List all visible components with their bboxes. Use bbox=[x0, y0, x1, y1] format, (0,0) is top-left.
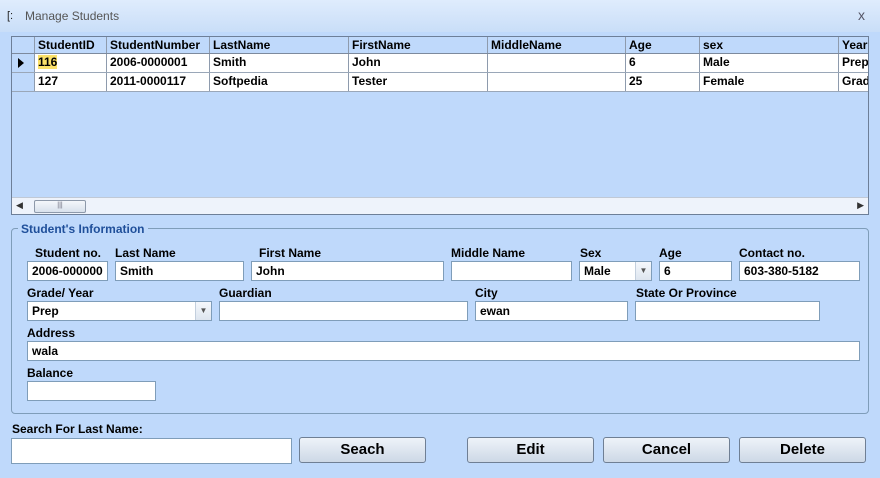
scrollbar-thumb[interactable]: ||| bbox=[34, 200, 86, 213]
last-name-label: Last Name bbox=[115, 246, 176, 260]
sex-select-value: Male bbox=[584, 264, 611, 278]
table-cell[interactable]: John bbox=[349, 54, 488, 72]
table-cell[interactable]: Tester bbox=[349, 73, 488, 91]
table-cell[interactable]: 127 bbox=[35, 73, 107, 91]
table-cell[interactable]: 2006-0000001 bbox=[107, 54, 210, 72]
table-cell[interactable]: 116 bbox=[35, 54, 107, 72]
first-name-label: First Name bbox=[259, 246, 322, 260]
table-cell[interactable]: Grad bbox=[839, 73, 868, 91]
age-field[interactable]: 6 bbox=[659, 261, 732, 281]
grade-year-select[interactable]: Prep ▼ bbox=[27, 301, 212, 321]
students-grid[interactable]: StudentID StudentNumber LastName FirstNa… bbox=[11, 36, 869, 215]
cancel-button[interactable]: Cancel bbox=[603, 437, 730, 463]
row-selector[interactable] bbox=[12, 73, 35, 91]
column-header-year[interactable]: Year bbox=[839, 37, 868, 53]
city-field[interactable]: ewan bbox=[475, 301, 628, 321]
group-title: Student's Information bbox=[18, 222, 148, 236]
title-bar: [: Manage Students x bbox=[0, 0, 880, 32]
column-header-middlename[interactable]: MiddleName bbox=[488, 37, 626, 53]
current-row-arrow-icon bbox=[18, 58, 24, 68]
balance-field[interactable] bbox=[27, 381, 156, 401]
chevron-down-icon[interactable]: ▼ bbox=[195, 302, 211, 320]
grade-year-select-value: Prep bbox=[32, 304, 59, 318]
selected-cell-text: 116 bbox=[38, 55, 58, 69]
grade-year-label: Grade/ Year bbox=[27, 286, 94, 300]
city-label: City bbox=[475, 286, 498, 300]
window-app-icon: [: bbox=[7, 10, 14, 22]
column-header-firstname[interactable]: FirstName bbox=[349, 37, 488, 53]
column-header-age[interactable]: Age bbox=[626, 37, 700, 53]
table-cell[interactable]: 25 bbox=[626, 73, 700, 91]
address-label: Address bbox=[27, 326, 76, 340]
contact-no-field[interactable]: 603-380-5182 bbox=[739, 261, 860, 281]
search-button[interactable]: Seach bbox=[299, 437, 426, 463]
address-field[interactable]: wala bbox=[27, 341, 860, 361]
student-no-label: Student no. bbox=[35, 246, 101, 260]
last-name-field[interactable]: Smith bbox=[115, 261, 244, 281]
table-cell[interactable] bbox=[488, 54, 626, 72]
table-row[interactable]: 127 2011-0000117 Softpedia Tester 25 Fem… bbox=[12, 73, 868, 92]
guardian-field[interactable] bbox=[219, 301, 468, 321]
scroll-left-icon[interactable]: ◀ bbox=[16, 200, 23, 211]
table-cell[interactable]: Prep bbox=[839, 54, 868, 72]
guardian-label: Guardian bbox=[219, 286, 272, 300]
table-cell[interactable]: Softpedia bbox=[210, 73, 349, 91]
table-cell[interactable]: Female bbox=[700, 73, 839, 91]
first-name-field[interactable]: John bbox=[251, 261, 444, 281]
chevron-down-icon[interactable]: ▼ bbox=[635, 262, 651, 280]
contact-no-label: Contact no. bbox=[739, 246, 805, 260]
table-row[interactable]: 116 2006-0000001 Smith John 6 Male Prep bbox=[12, 54, 868, 73]
grid-content: StudentID StudentNumber LastName FirstNa… bbox=[12, 37, 868, 92]
middle-name-label: Middle Name bbox=[451, 246, 526, 260]
window-title: Manage Students bbox=[25, 9, 120, 23]
state-province-field[interactable] bbox=[635, 301, 820, 321]
column-header-studentid[interactable]: StudentID bbox=[35, 37, 107, 53]
table-cell[interactable]: Male bbox=[700, 54, 839, 72]
state-province-label: State Or Province bbox=[636, 286, 737, 300]
horizontal-scrollbar[interactable]: ◀ ||| ▶ bbox=[12, 197, 868, 214]
grid-header-row: StudentID StudentNumber LastName FirstNa… bbox=[12, 37, 868, 54]
table-cell[interactable] bbox=[488, 73, 626, 91]
table-cell[interactable]: 2011-0000117 bbox=[107, 73, 210, 91]
column-header-sex[interactable]: sex bbox=[700, 37, 839, 53]
sex-select[interactable]: Male ▼ bbox=[579, 261, 652, 281]
sex-label: Sex bbox=[580, 246, 602, 260]
balance-label: Balance bbox=[27, 366, 74, 380]
age-label: Age bbox=[659, 246, 682, 260]
table-cell[interactable]: Smith bbox=[210, 54, 349, 72]
table-cell[interactable]: 6 bbox=[626, 54, 700, 72]
close-icon[interactable]: x bbox=[858, 7, 865, 23]
student-no-field[interactable]: 2006-000000 bbox=[27, 261, 108, 281]
edit-button[interactable]: Edit bbox=[467, 437, 594, 463]
middle-name-field[interactable] bbox=[451, 261, 572, 281]
delete-button[interactable]: Delete bbox=[739, 437, 866, 463]
row-selector[interactable] bbox=[12, 54, 35, 72]
column-header-lastname[interactable]: LastName bbox=[210, 37, 349, 53]
scroll-right-icon[interactable]: ▶ bbox=[857, 200, 864, 211]
search-label: Search For Last Name: bbox=[12, 422, 143, 436]
grid-corner bbox=[12, 37, 35, 53]
search-input[interactable] bbox=[11, 438, 292, 464]
column-header-studentnumber[interactable]: StudentNumber bbox=[107, 37, 210, 53]
